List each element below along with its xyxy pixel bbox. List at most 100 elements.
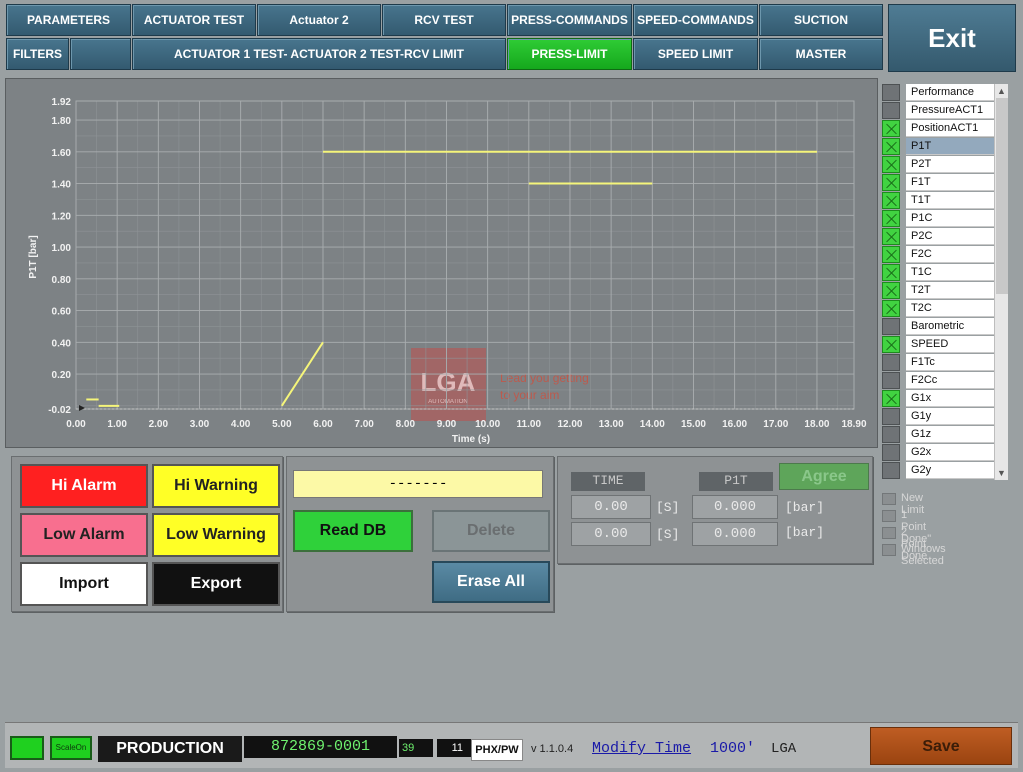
- channel-row[interactable]: PressureACT1: [882, 102, 994, 119]
- channel-row[interactable]: G2y: [882, 462, 994, 479]
- channel-list-scrollbar[interactable]: ▲ ▼: [994, 84, 1008, 480]
- tab-actuator-test[interactable]: ACTUATOR TEST: [132, 4, 256, 36]
- channel-row[interactable]: T1C: [882, 264, 994, 281]
- channel-checkbox[interactable]: [882, 192, 900, 209]
- channel-checkbox[interactable]: [882, 156, 900, 173]
- channel-checkbox[interactable]: [882, 102, 900, 119]
- checkbox[interactable]: [882, 510, 896, 522]
- channel-label[interactable]: P1T: [906, 138, 994, 155]
- checkbox[interactable]: [882, 493, 896, 505]
- channel-label[interactable]: P1C: [906, 210, 994, 227]
- scale-on-toggle[interactable]: ScaleOn: [50, 736, 92, 760]
- channel-label[interactable]: Performance: [906, 84, 994, 101]
- channel-row[interactable]: P2T: [882, 156, 994, 173]
- channel-row[interactable]: T2C: [882, 300, 994, 317]
- channel-row[interactable]: G1z: [882, 426, 994, 443]
- channel-checkbox[interactable]: [882, 228, 900, 245]
- channel-label[interactable]: PositionACT1: [906, 120, 994, 137]
- p1t-2-field[interactable]: 0.000: [692, 522, 778, 546]
- channel-row[interactable]: G1y: [882, 408, 994, 425]
- tab-master[interactable]: MASTER: [759, 38, 883, 70]
- channel-label[interactable]: G1y: [906, 408, 994, 425]
- hi-alarm-button[interactable]: Hi Alarm: [20, 464, 148, 508]
- channel-row[interactable]: G2x: [882, 444, 994, 461]
- channel-row[interactable]: F1T: [882, 174, 994, 191]
- channel-row[interactable]: F1Tc: [882, 354, 994, 371]
- channel-checkbox[interactable]: [882, 462, 900, 479]
- tab-speed-limit[interactable]: SPEED LIMIT: [633, 38, 758, 70]
- save-button[interactable]: Save: [870, 727, 1012, 765]
- channel-label[interactable]: Barometric: [906, 318, 994, 335]
- checkbox[interactable]: [882, 527, 896, 539]
- channel-label[interactable]: G1x: [906, 390, 994, 407]
- channel-checkbox[interactable]: [882, 174, 900, 191]
- channel-row[interactable]: PositionACT1: [882, 120, 994, 137]
- channel-checkbox[interactable]: [882, 84, 900, 101]
- tab-blank[interactable]: [70, 38, 131, 70]
- channel-label[interactable]: F1T: [906, 174, 994, 191]
- scroll-thumb[interactable]: [996, 98, 1008, 294]
- channel-label[interactable]: G1z: [906, 426, 994, 443]
- hi-warning-button[interactable]: Hi Warning: [152, 464, 280, 508]
- channel-label[interactable]: P2T: [906, 156, 994, 173]
- channel-checkbox[interactable]: [882, 120, 900, 137]
- channel-row[interactable]: P2C: [882, 228, 994, 245]
- channel-row[interactable]: T1T: [882, 192, 994, 209]
- low-alarm-button[interactable]: Low Alarm: [20, 513, 148, 557]
- delete-button[interactable]: Delete: [432, 510, 550, 552]
- channel-label[interactable]: F2C: [906, 246, 994, 263]
- channel-label[interactable]: T2C: [906, 300, 994, 317]
- channel-label[interactable]: SPEED: [906, 336, 994, 353]
- read-db-button[interactable]: Read DB: [293, 510, 413, 552]
- channel-label[interactable]: PressureACT1: [906, 102, 994, 119]
- channel-row[interactable]: Barometric: [882, 318, 994, 335]
- time-2-field[interactable]: 0.00: [571, 522, 651, 546]
- channel-label[interactable]: F2Cc: [906, 372, 994, 389]
- tab-suction[interactable]: SUCTION: [759, 4, 883, 36]
- channel-checkbox[interactable]: [882, 336, 900, 353]
- export-button[interactable]: Export: [152, 562, 280, 606]
- channel-label[interactable]: G2y: [906, 462, 994, 479]
- channel-row[interactable]: P1T: [882, 138, 994, 155]
- channel-checkbox[interactable]: [882, 408, 900, 425]
- exit-button[interactable]: Exit: [888, 4, 1016, 72]
- channel-checkbox[interactable]: [882, 282, 900, 299]
- tab-actuator-rcv-limit[interactable]: ACTUATOR 1 TEST- ACTUATOR 2 TEST-RCV LIM…: [132, 38, 506, 70]
- scroll-down-icon[interactable]: ▼: [997, 468, 1006, 478]
- channel-row[interactable]: G1x: [882, 390, 994, 407]
- channel-checkbox[interactable]: [882, 426, 900, 443]
- channel-label[interactable]: T1T: [906, 192, 994, 209]
- channel-row[interactable]: F2C: [882, 246, 994, 263]
- channel-row[interactable]: T2T: [882, 282, 994, 299]
- channel-label[interactable]: G2x: [906, 444, 994, 461]
- channel-row[interactable]: SPEED: [882, 336, 994, 353]
- checkbox[interactable]: [882, 544, 896, 556]
- channel-checkbox[interactable]: [882, 354, 900, 371]
- tab-parameters[interactable]: PARAMETERS: [6, 4, 131, 36]
- tab-press-commands[interactable]: PRESS-COMMANDS: [507, 4, 632, 36]
- tab-speed-commands[interactable]: SPEED-COMMANDS: [633, 4, 758, 36]
- channel-row[interactable]: P1C: [882, 210, 994, 227]
- p1t-1-field[interactable]: 0.000: [692, 495, 778, 519]
- channel-label[interactable]: T1C: [906, 264, 994, 281]
- channel-label[interactable]: P2C: [906, 228, 994, 245]
- tab-rcv-test[interactable]: RCV TEST: [382, 4, 506, 36]
- time-1-field[interactable]: 0.00: [571, 495, 651, 519]
- scroll-up-icon[interactable]: ▲: [997, 86, 1006, 96]
- modify-time-link[interactable]: Modify Time: [592, 740, 691, 757]
- low-warning-button[interactable]: Low Warning: [152, 513, 280, 557]
- channel-checkbox[interactable]: [882, 210, 900, 227]
- tab-press-limit[interactable]: PRESS-LIMIT: [507, 38, 632, 70]
- channel-checkbox[interactable]: [882, 390, 900, 407]
- channel-checkbox[interactable]: [882, 318, 900, 335]
- tab-actuator-2[interactable]: Actuator 2: [257, 4, 381, 36]
- channel-checkbox[interactable]: [882, 300, 900, 317]
- channel-checkbox[interactable]: [882, 264, 900, 281]
- erase-all-button[interactable]: Erase All: [432, 561, 550, 603]
- channel-label[interactable]: F1Tc: [906, 354, 994, 371]
- channel-checkbox[interactable]: [882, 246, 900, 263]
- tab-filters[interactable]: FILTERS: [6, 38, 69, 70]
- phx-pw-button[interactable]: PHX/PW: [471, 739, 523, 761]
- channel-label[interactable]: T2T: [906, 282, 994, 299]
- channel-row[interactable]: F2Cc: [882, 372, 994, 389]
